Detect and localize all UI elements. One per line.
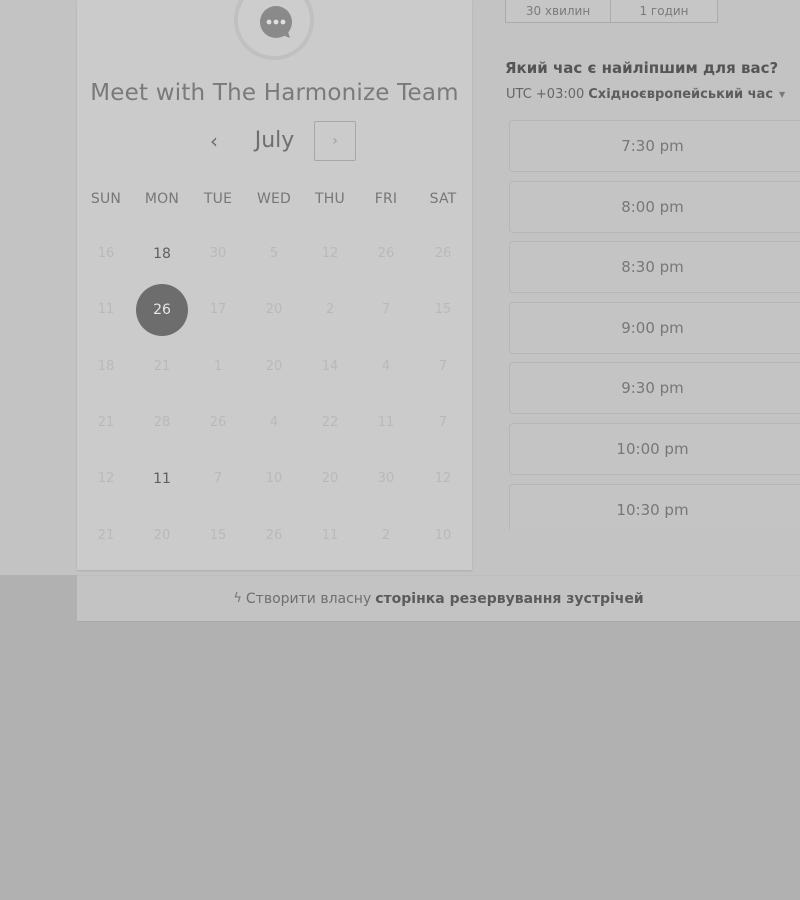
time-slot-button[interactable]: 7:30 pm <box>509 120 800 172</box>
next-month-button[interactable]: › <box>314 121 356 161</box>
calendar-day: 15 <box>209 528 227 543</box>
calendar-day: 20 <box>265 359 283 374</box>
hubspot-sprocket-icon: ϟ <box>233 591 242 606</box>
calendar-day: 7 <box>438 359 448 374</box>
calendar-day: 20 <box>321 471 339 486</box>
calendar-day: 26 <box>265 528 283 543</box>
time-slot-button[interactable]: 9:00 pm <box>509 301 800 354</box>
calendar-day: 21 <box>97 415 115 430</box>
duration-selector: 30 хвилин 1 годин <box>505 0 718 23</box>
timezone-offset: UTC +03:00 <box>506 87 585 102</box>
calendar-day: 30 <box>209 246 227 261</box>
calendar-day: 11 <box>377 415 395 430</box>
calendar-day[interactable]: 18 <box>136 228 188 280</box>
calendar-day: 10 <box>434 528 452 543</box>
calendar-day: 21 <box>153 359 171 374</box>
duration-60-button[interactable]: 1 годин <box>611 0 718 23</box>
calendar-day: 26 <box>377 246 395 261</box>
weekday-header: SUN MON TUE WED THU FRI SAT <box>77 191 472 207</box>
calendar-day: 14 <box>321 359 339 374</box>
calendar-day: 28 <box>153 415 171 430</box>
month-label: July <box>254 128 295 153</box>
timezone-selector[interactable]: UTC +03:00 Східноєвропейський час ▼ <box>506 87 785 102</box>
calendar-day: 20 <box>153 528 171 543</box>
footer-text: Створити власну <box>245 590 372 607</box>
calendar-day: 12 <box>97 471 115 486</box>
time-question: Який час є найліпшим для вас? <box>505 59 779 77</box>
time-slot-button[interactable]: 10:00 pm <box>509 423 800 475</box>
weekday-thu: THU <box>315 191 345 207</box>
weekday-mon: MON <box>144 191 180 207</box>
calendar-day[interactable]: 11 <box>136 453 188 505</box>
time-slot-button[interactable]: 9:30 pm <box>509 362 800 415</box>
calendar-day: 21 <box>97 528 115 543</box>
page-title: Meet with The Harmonize Team <box>90 80 459 106</box>
weekday-tue: TUE <box>203 191 233 207</box>
calendar-day: 12 <box>434 471 452 486</box>
time-slot-button[interactable]: 10:30 pm <box>509 483 800 530</box>
calendar-day: 1 <box>213 359 223 374</box>
calendar-day: 7 <box>213 471 223 486</box>
weekday-sat: SAT <box>429 191 457 207</box>
chevron-down-icon: ▼ <box>779 90 786 99</box>
calendar-day: 26 <box>209 415 227 430</box>
calendar-day: 10 <box>265 471 283 486</box>
calendar-day: 22 <box>321 415 339 430</box>
calendar-day: 11 <box>97 302 115 317</box>
calendar-day: 12 <box>321 246 339 261</box>
time-slot-button[interactable]: 8:30 pm <box>509 241 800 294</box>
calendar-day: 26 <box>434 246 452 261</box>
calendar-day: 2 <box>381 528 391 543</box>
calendar-day: 18 <box>97 359 115 374</box>
calendar-day: 7 <box>381 302 391 317</box>
time-slot-button[interactable]: 8:00 pm <box>509 180 800 233</box>
weekday-wed: WED <box>256 191 292 207</box>
chat-bubble-icon <box>258 4 294 40</box>
calendar-day: 11 <box>321 528 339 543</box>
calendar-day: 4 <box>269 415 279 430</box>
calendar-day: 17 <box>209 302 227 317</box>
footer-link[interactable]: сторінка резервування зустрічей <box>375 591 643 607</box>
avatar <box>234 0 314 60</box>
calendar-day: 4 <box>381 359 391 374</box>
weekday-sun: SUN <box>90 191 122 207</box>
calendar-day: 7 <box>438 415 448 430</box>
calendar-day: 20 <box>265 302 283 317</box>
calendar-day: 2 <box>325 302 335 317</box>
time-slot-list: 7:30 pm 8:00 pm 8:30 pm 9:00 pm 9:30 pm 10:00… <box>509 120 800 530</box>
prev-month-button[interactable]: ‹ <box>202 120 226 162</box>
calendar-card: Meet with The Harmonize Team ‹ July › SU… <box>77 0 472 570</box>
calendar-day: 16 <box>97 246 115 261</box>
page: Meet with The Harmonize Team ‹ July › SU… <box>0 0 800 900</box>
calendar-day: 15 <box>434 302 452 317</box>
timezone-name: Східноєвропейський час <box>588 87 774 102</box>
calendar-day: 30 <box>377 471 395 486</box>
month-navigation: ‹ July › <box>77 120 472 162</box>
duration-30-button[interactable]: 30 хвилин <box>505 0 611 23</box>
selected-day[interactable]: 26 <box>136 284 188 336</box>
calendar-day: 5 <box>269 246 279 261</box>
weekday-fri: FRI <box>374 191 398 207</box>
footer: ϟ Створити власну сторінка резервування … <box>77 575 800 622</box>
